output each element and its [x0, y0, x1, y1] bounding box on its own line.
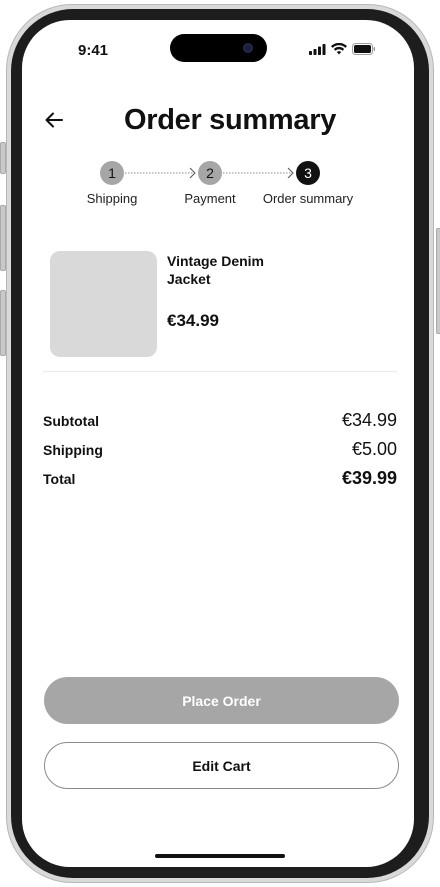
divider	[43, 371, 397, 372]
step-1-number: 1	[108, 165, 116, 181]
total-row: Total €39.99	[43, 468, 397, 489]
shipping-value: €5.00	[351, 439, 397, 459]
edit-cart-button[interactable]: Edit Cart	[44, 742, 399, 789]
total-value: €39.99	[341, 468, 397, 488]
product-image-placeholder	[50, 251, 157, 357]
volume-down-button	[0, 290, 6, 356]
dynamic-island	[170, 34, 267, 62]
place-order-button[interactable]: Place Order	[44, 677, 399, 724]
shipping-label: Shipping	[43, 442, 103, 458]
product-name: Vintage Denim Jacket	[167, 253, 264, 287]
step-3-indicator[interactable]: 3	[296, 161, 320, 185]
total-label: Total	[43, 471, 76, 487]
signal-icon	[309, 43, 326, 55]
front-camera	[243, 43, 253, 53]
step-1-indicator[interactable]: 1	[100, 161, 124, 185]
product-price: €34.99	[167, 311, 219, 330]
step-2-number: 2	[206, 165, 214, 181]
power-button	[436, 228, 440, 334]
status-time: 9:41	[78, 42, 109, 59]
shipping-row: Shipping €5.00	[43, 439, 397, 460]
mute-switch	[0, 142, 6, 174]
home-indicator[interactable]	[155, 854, 285, 858]
battery-icon	[352, 43, 376, 55]
volume-up-button	[0, 205, 6, 271]
subtotal-value: €34.99	[341, 410, 397, 430]
step-2-indicator[interactable]: 2	[198, 161, 222, 185]
page-title: Order summary	[123, 104, 337, 136]
wifi-icon	[331, 43, 347, 55]
subtotal-row: Subtotal €34.99	[43, 410, 397, 431]
status-icons	[309, 43, 376, 55]
subtotal-label: Subtotal	[43, 413, 99, 429]
step-3-number: 3	[304, 165, 312, 181]
